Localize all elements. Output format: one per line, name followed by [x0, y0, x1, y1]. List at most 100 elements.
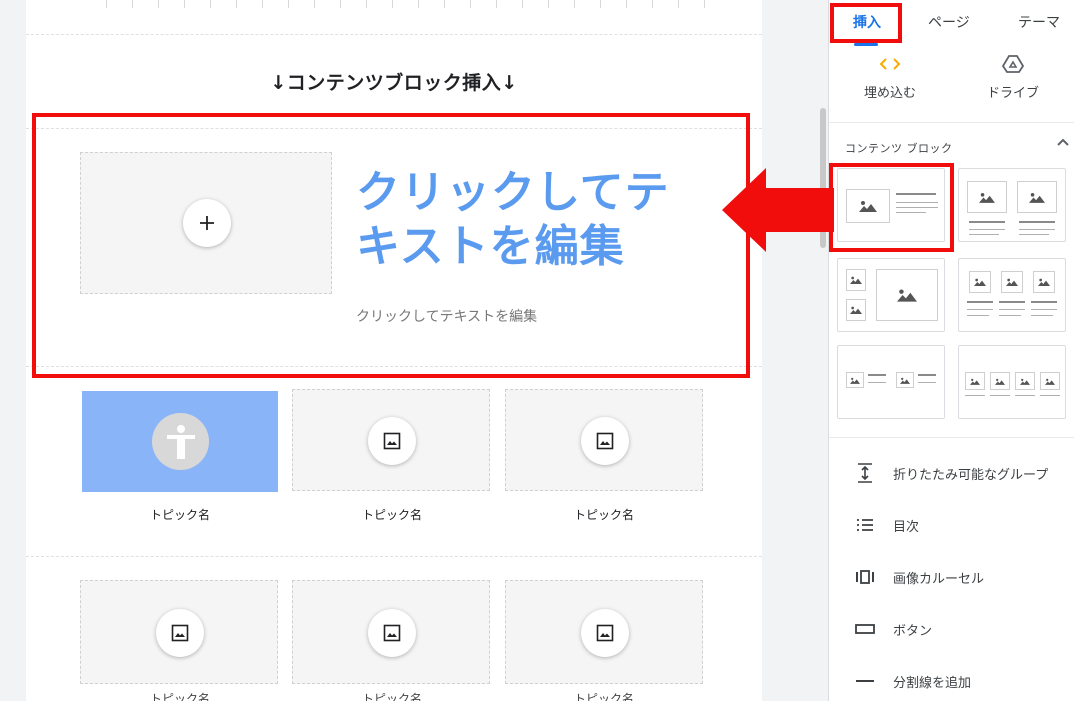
table-of-contents-label: 目次 [893, 519, 920, 535]
image-icon [383, 624, 401, 642]
topic-label[interactable]: トピック名 [504, 506, 704, 523]
collapsible-group-item[interactable]: 折りたたみ可能なグループ [853, 461, 1048, 485]
topic-image-placeholder[interactable] [80, 580, 278, 684]
collapsible-group-icon [853, 463, 877, 483]
collapsible-group-label: 折りたたみ可能なグループ [893, 467, 1049, 483]
image-icon [896, 372, 914, 388]
image-icon [846, 299, 866, 321]
divider-item[interactable]: 分割線を追加 [853, 669, 971, 693]
image-icon [1040, 372, 1060, 390]
image-icon [596, 432, 614, 450]
chevron-up-icon[interactable] [1057, 134, 1069, 150]
text-line [1019, 234, 1049, 235]
text-line [967, 315, 989, 316]
tab-pages[interactable]: ページ [928, 12, 970, 32]
table-of-contents-item[interactable]: 目次 [853, 513, 919, 537]
topic-image-tile[interactable] [82, 391, 278, 492]
topic-label[interactable]: トピック名 [292, 690, 492, 701]
layout-three-columns[interactable] [958, 258, 1066, 332]
image-icon [967, 181, 1007, 213]
text-line [999, 309, 1025, 310]
section-divider [26, 366, 762, 367]
block-body-text[interactable]: クリックしてテキストを編集 [356, 306, 537, 326]
divider-label: 分割線を追加 [893, 675, 972, 691]
text-line [896, 207, 938, 208]
image-button[interactable] [581, 609, 629, 657]
content-blocks-heading[interactable]: コンテンツ ブロック [845, 140, 953, 156]
drive-icon [958, 52, 1068, 76]
image-carousel-item[interactable]: 画像カルーセル [853, 565, 984, 589]
topic-label[interactable]: トピック名 [80, 506, 280, 523]
section-divider [26, 34, 762, 35]
text-line [999, 301, 1025, 303]
image-icon [1015, 372, 1035, 390]
text-line [868, 374, 886, 376]
button-item[interactable]: ボタン [853, 617, 932, 641]
image-icon [596, 624, 614, 642]
table-of-contents-icon [853, 518, 877, 532]
text-line [868, 382, 886, 383]
text-line [918, 374, 936, 376]
image-button[interactable] [156, 609, 204, 657]
topic-image-placeholder[interactable] [505, 389, 703, 491]
section-divider [26, 128, 762, 129]
topic-image-placeholder[interactable] [505, 580, 703, 684]
text-line [965, 395, 985, 396]
panel-divider [829, 437, 1074, 438]
layout-image-grid[interactable] [837, 258, 945, 332]
add-image-button[interactable] [183, 199, 231, 247]
text-line [918, 382, 936, 383]
image-button[interactable] [581, 417, 629, 465]
topic-label[interactable]: トピック名 [80, 690, 280, 701]
image-icon [1001, 271, 1023, 293]
text-line [896, 212, 926, 213]
topic-image-placeholder[interactable] [292, 580, 490, 684]
text-line [969, 229, 1005, 230]
section-heading[interactable]: ↓コンテンツブロック挿入↓ [26, 68, 762, 95]
text-line [1031, 301, 1057, 303]
button-icon [853, 623, 877, 635]
layout-image-text-pairs[interactable] [837, 345, 945, 419]
text-line [896, 193, 936, 195]
red-arrow-icon [722, 168, 834, 252]
drive-button[interactable]: ドライブ [958, 52, 1068, 101]
text-line [967, 301, 993, 303]
active-tab-indicator [854, 43, 878, 46]
editor-canvas: ↓コンテンツブロック挿入↓ クリックしてテキストを編集 クリックしてテキストを編… [0, 0, 828, 701]
image-icon [990, 372, 1010, 390]
embed-label: 埋め込む [863, 86, 916, 101]
tab-insert[interactable]: 挿入 [853, 12, 881, 32]
image-carousel-label: 画像カルーセル [893, 571, 985, 587]
topic-label[interactable]: トピック名 [292, 506, 492, 523]
layout-four-columns[interactable] [958, 345, 1066, 419]
image-carousel-icon [853, 570, 877, 584]
layout-image-text[interactable] [837, 168, 945, 242]
panel-divider [829, 122, 1074, 123]
embed-button[interactable]: 埋め込む [835, 52, 945, 101]
divider-icon [853, 679, 877, 683]
topic-label[interactable]: トピック名 [504, 690, 704, 701]
text-line [969, 234, 999, 235]
section-divider [26, 556, 762, 557]
ruler [106, 0, 730, 8]
image-icon [965, 372, 985, 390]
image-button[interactable] [368, 417, 416, 465]
layout-two-images[interactable] [958, 168, 1066, 242]
text-line [969, 221, 1005, 223]
text-line [896, 202, 938, 203]
text-line [1031, 315, 1053, 316]
topic-image-placeholder[interactable] [292, 389, 490, 491]
site-page: ↓コンテンツブロック挿入↓ クリックしてテキストを編集 クリックしてテキストを編… [26, 0, 762, 701]
insert-panel: 挿入 ページ テーマ 埋め込む ドライブ コンテンツ ブロック 折りたたみ可能な… [828, 0, 1074, 701]
image-icon [846, 372, 864, 388]
tab-themes[interactable]: テーマ [1018, 12, 1060, 32]
image-icon [171, 624, 189, 642]
block-title[interactable]: クリックしてテキストを編集 [356, 166, 696, 274]
image-icon [383, 432, 401, 450]
image-icon [846, 269, 866, 291]
text-line [1031, 309, 1057, 310]
accessibility-icon [152, 413, 209, 470]
canvas-scrollbar[interactable] [818, 0, 828, 701]
image-placeholder[interactable] [80, 152, 332, 294]
image-button[interactable] [368, 609, 416, 657]
